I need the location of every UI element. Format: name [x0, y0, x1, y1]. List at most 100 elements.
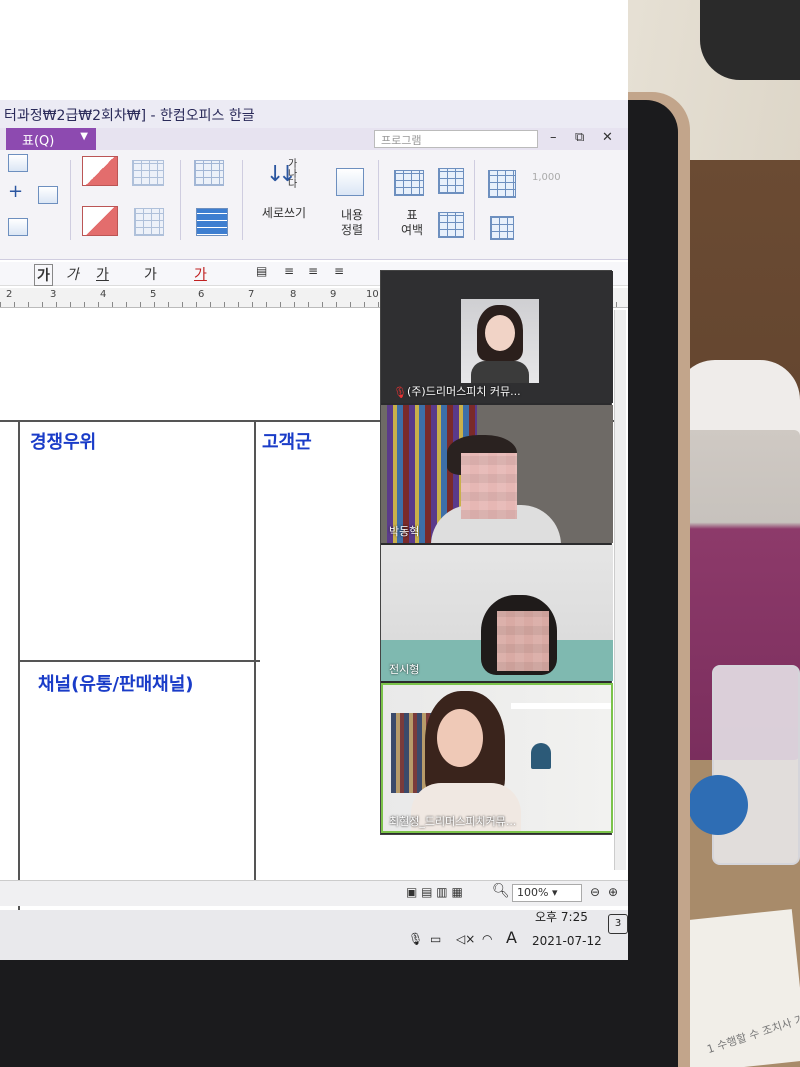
bold-button[interactable]: 가: [34, 264, 53, 286]
table-border: [20, 660, 260, 662]
merge-cells-icon[interactable]: [132, 160, 164, 186]
participant-name: (주)드리머스피치 커뮤...: [407, 385, 521, 398]
table-margin-icon[interactable]: [394, 170, 424, 196]
tab-table-label: 표(Q): [22, 134, 55, 149]
ruler-tick: 2: [6, 289, 13, 300]
align-right-icon[interactable]: ≡: [334, 264, 344, 278]
counter-value: 1,000: [532, 172, 561, 183]
cell-fill-icon[interactable]: [196, 208, 228, 236]
mic-icon[interactable]: 🎙︎: [408, 932, 423, 946]
menu-tab-strip: 표(Q) ▼ 프로그램 – ⧉ ✕: [0, 128, 628, 150]
ribbon-separator: [474, 160, 475, 240]
program-search-placeholder: 프로그램: [381, 134, 422, 147]
plus-icon[interactable]: +: [8, 183, 23, 201]
face: [485, 315, 515, 351]
participant-name: 박동혁: [389, 525, 420, 538]
content-align-icon[interactable]: [336, 168, 364, 196]
cell-channel[interactable]: 채널(유통/판매채널): [38, 670, 194, 696]
vertical-scrollbar[interactable]: [614, 310, 626, 870]
participant-name: 전시형: [389, 663, 420, 676]
window-title: 터과정₩2급₩2회차₩] - 한컴오피스 한글: [4, 108, 255, 124]
language-indicator[interactable]: A: [506, 928, 517, 947]
underline-button[interactable]: 가: [96, 264, 109, 284]
tab-table[interactable]: 표(Q) ▼: [6, 128, 96, 150]
participant-photo: [461, 299, 539, 383]
window-title-bar: 터과정₩2급₩2회차₩] - 한컴오피스 한글: [0, 100, 628, 128]
tablet-screen: 터과정₩2급₩2회차₩] - 한컴오피스 한글 표(Q) ▼ 프로그램 – ⧉ …: [0, 0, 628, 960]
delete-cell-icon[interactable]: [82, 156, 118, 186]
zoom-value: 100%: [517, 886, 549, 899]
table-border: [18, 420, 20, 940]
close-button[interactable]: ✕: [602, 130, 613, 145]
notification-count: 3: [614, 918, 622, 929]
align-center-icon[interactable]: ≡: [308, 264, 318, 278]
ruler-tick: 5: [150, 289, 157, 300]
insert-column-icon[interactable]: [38, 186, 58, 204]
ruler-tick: 10: [366, 289, 379, 300]
split-cells-icon[interactable]: [134, 208, 164, 236]
participant-name: 최현정_드리머스피치커뮤...: [389, 815, 517, 828]
view-mode-icons[interactable]: ▣ ▤ ▥ ▦: [406, 885, 463, 899]
ruler-tick: 3: [50, 289, 57, 300]
formula-icon[interactable]: [488, 170, 516, 198]
webcam-device: [700, 0, 800, 80]
cell-width-icon[interactable]: [438, 212, 464, 238]
battery-icon[interactable]: ▭: [430, 932, 441, 946]
calculator-icon[interactable]: [490, 216, 514, 240]
clock-time[interactable]: 오후 7:25: [535, 910, 588, 925]
font-color-button[interactable]: 가: [194, 264, 207, 284]
insert-row-above-icon[interactable]: [8, 154, 28, 172]
ruler-tick: 8: [290, 289, 297, 300]
zoom-out-button[interactable]: ⊖: [590, 885, 600, 899]
erase-cell-icon[interactable]: [82, 206, 118, 236]
ribbon-separator: [378, 160, 379, 240]
strikethrough-button[interactable]: 가: [144, 264, 157, 284]
align-justify-icon[interactable]: ▤: [256, 264, 267, 278]
clock-date[interactable]: 2021-07-12: [532, 934, 602, 948]
cell-block-icon[interactable]: [194, 160, 224, 186]
paper-sheet: 1 수행할 수 조치사 기도록: [672, 909, 800, 1067]
mic-muted-icon: 🎙︎: [393, 386, 407, 399]
participant-tile[interactable]: 🎙︎ (주)드리머스피치 커뮤...: [381, 271, 613, 403]
zoom-select[interactable]: 100% ▾: [512, 884, 582, 902]
notification-button[interactable]: 3: [608, 914, 628, 934]
vertical-text-button[interactable]: 세로쓰기: [256, 206, 312, 221]
blue-object: [688, 775, 748, 835]
zoom-in-button[interactable]: ⊕: [608, 885, 618, 899]
restore-button[interactable]: ⧉: [575, 130, 584, 145]
chevron-down-icon: ▼: [80, 131, 88, 142]
program-search-input[interactable]: 프로그램: [374, 130, 538, 148]
participant-tile[interactable]: 박동혁: [381, 405, 613, 543]
ribbon-separator: [242, 160, 243, 240]
participant-tile[interactable]: 전시형: [381, 545, 613, 681]
insert-row-below-icon[interactable]: [8, 218, 28, 236]
ruler-tick: 7: [248, 289, 255, 300]
table-border: [254, 420, 256, 890]
cell-competitive-advantage[interactable]: 경쟁우위: [30, 428, 96, 454]
italic-button[interactable]: 가: [66, 264, 79, 284]
paper-text: 1 수행할 수 조치사 기도록: [705, 1005, 800, 1057]
speaker-icon[interactable]: ◁×: [456, 932, 475, 946]
ruler-tick: 6: [198, 289, 205, 300]
content-align-button[interactable]: 내용 정렬: [332, 208, 372, 238]
plastic-container: [712, 665, 800, 865]
active-speaker-border: [381, 683, 613, 833]
ruler-tick: 9: [330, 289, 337, 300]
table-margin-button[interactable]: 표 여백: [392, 208, 432, 238]
ruler-tick: 4: [100, 289, 107, 300]
cell-customer-group[interactable]: 고객군: [262, 428, 312, 454]
video-call-panel: 🎙︎ (주)드리머스피치 커뮤... 박동혁 전시형 최현정_드리머스피치커뮤.…: [380, 270, 613, 835]
system-taskbar: 🎙︎ ▭ ◁× ◠ A 오후 7:25 2021-07-12 3: [0, 910, 628, 960]
zoom-icon[interactable]: 🔍︎: [492, 883, 510, 899]
participant-tile-active[interactable]: 최현정_드리머스피치커뮤...: [381, 683, 613, 833]
ribbon-separator: [70, 160, 71, 240]
minimize-button[interactable]: –: [550, 130, 557, 145]
blurred-face: [497, 611, 549, 671]
cell-height-icon[interactable]: [438, 168, 464, 194]
ribbon: + ↓↓ 가나다 세로쓰기 내용 정렬 표 여백 1,000: [0, 150, 628, 260]
blurred-face: [461, 453, 517, 519]
status-bar: ▣ ▤ ▥ ▦ 🔍︎ 100% ▾ ⊖ ⊕: [0, 880, 628, 906]
align-left-icon[interactable]: ≡: [284, 264, 294, 278]
shoulders: [471, 361, 529, 383]
wifi-icon[interactable]: ◠: [482, 932, 492, 946]
